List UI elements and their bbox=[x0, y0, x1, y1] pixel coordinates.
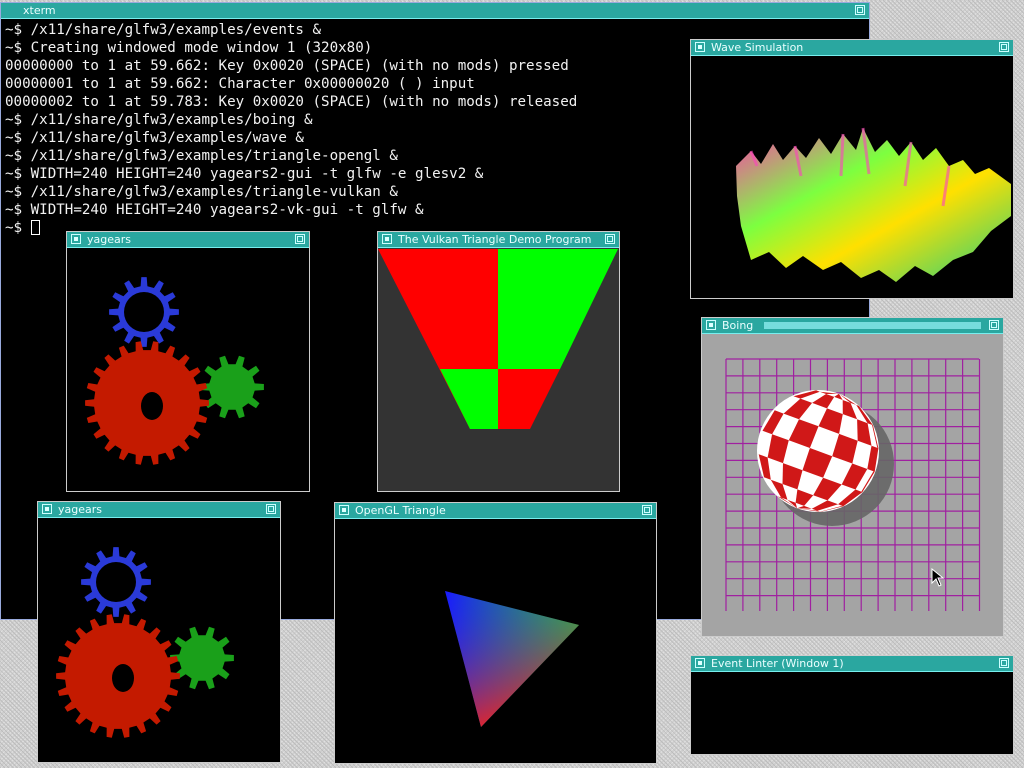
terminal-line: 00000001 to 1 at 59.662: Character 0x000… bbox=[5, 76, 475, 92]
yagears-title-1: yagears bbox=[87, 233, 131, 246]
maximize-icon[interactable] bbox=[266, 504, 276, 514]
terminal-line: ~$ /x11/share/glfw3/examples/events & bbox=[5, 22, 322, 38]
maximize-icon[interactable] bbox=[989, 320, 999, 330]
window-menu-icon[interactable] bbox=[71, 234, 81, 244]
linter-canvas bbox=[691, 672, 1013, 754]
prompt-text: ~$ bbox=[5, 220, 31, 236]
mouse-pointer-icon bbox=[931, 568, 945, 587]
yagears-canvas-2 bbox=[38, 518, 280, 762]
red-gear bbox=[56, 614, 180, 738]
vulkan-title: The Vulkan Triangle Demo Program bbox=[398, 233, 592, 246]
window-menu-icon[interactable] bbox=[42, 504, 52, 514]
terminal-line: ~$ /x11/share/glfw3/examples/triangle-vu… bbox=[5, 184, 398, 200]
terminal-line: 00000000 to 1 at 59.662: Key 0x0020 (SPA… bbox=[5, 58, 569, 74]
terminal-output: ~$ /x11/share/glfw3/examples/events & ~$ … bbox=[5, 21, 577, 237]
boing-titlebar[interactable]: Boing bbox=[702, 318, 1003, 334]
green-gear bbox=[170, 626, 234, 690]
wave-titlebar[interactable]: Wave Simulation bbox=[691, 40, 1013, 56]
boing-canvas bbox=[702, 334, 1003, 636]
maximize-icon[interactable] bbox=[642, 505, 652, 515]
opengl-titlebar[interactable]: OpenGL Triangle bbox=[335, 503, 656, 519]
boing-window[interactable]: Boing bbox=[701, 317, 1004, 637]
green-gear bbox=[200, 355, 264, 419]
terminal-line: ~$ WIDTH=240 HEIGHT=240 yagears2-vk-gui … bbox=[5, 202, 424, 218]
maximize-icon[interactable] bbox=[855, 5, 865, 15]
yagears-window-1[interactable]: yagears bbox=[66, 231, 310, 492]
vulkan-canvas bbox=[378, 248, 619, 491]
titlebar-focus-bar bbox=[764, 322, 981, 329]
blue-gear bbox=[109, 277, 179, 347]
text-cursor bbox=[30, 220, 40, 235]
terminal-line: 00000002 to 1 at 59.783: Key 0x0020 (SPA… bbox=[5, 94, 578, 110]
yagears-window-2[interactable]: yagears bbox=[37, 501, 281, 763]
event-linter-window[interactable]: Event Linter (Window 1) bbox=[690, 655, 1014, 755]
opengl-canvas bbox=[335, 519, 656, 763]
yagears-canvas-1 bbox=[67, 248, 309, 491]
terminal-line: ~$ WIDTH=240 HEIGHT=240 yagears2-gui -t … bbox=[5, 166, 484, 182]
wave-simulation-window[interactable]: Wave Simulation bbox=[690, 39, 1014, 299]
linter-title: Event Linter (Window 1) bbox=[711, 657, 844, 670]
terminal-line: ~$ /x11/share/glfw3/examples/wave & bbox=[5, 130, 304, 146]
gears-render bbox=[56, 547, 234, 738]
opengl-title: OpenGL Triangle bbox=[355, 504, 446, 517]
wave-title: Wave Simulation bbox=[711, 41, 804, 54]
window-menu-icon[interactable] bbox=[382, 234, 392, 244]
yagears-titlebar-2[interactable]: yagears bbox=[38, 502, 280, 518]
maximize-icon[interactable] bbox=[999, 658, 1009, 668]
blue-gear bbox=[81, 547, 151, 617]
xterm-title: xterm bbox=[23, 4, 56, 17]
terminal-line: ~$ /x11/share/glfw3/examples/boing & bbox=[5, 112, 313, 128]
maximize-icon[interactable] bbox=[999, 42, 1009, 52]
vulkan-triangle-window[interactable]: The Vulkan Triangle Demo Program bbox=[377, 231, 620, 492]
window-menu-icon[interactable] bbox=[695, 658, 705, 668]
terminal-line: ~$ Creating windowed mode window 1 (320x… bbox=[5, 40, 373, 56]
wave-render bbox=[736, 127, 1011, 282]
boing-title: Boing bbox=[722, 319, 754, 332]
xterm-titlebar[interactable]: xterm bbox=[1, 3, 869, 19]
terminal-line: ~$ /x11/share/glfw3/examples/triangle-op… bbox=[5, 148, 398, 164]
opengl-triangle-window[interactable]: OpenGL Triangle bbox=[334, 502, 657, 764]
red-gear bbox=[85, 341, 209, 465]
window-menu-icon[interactable] bbox=[706, 320, 716, 330]
vulkan-render bbox=[378, 249, 618, 429]
yagears-title-2: yagears bbox=[58, 503, 102, 516]
window-menu-icon[interactable] bbox=[339, 505, 349, 515]
wave-canvas bbox=[691, 56, 1013, 298]
window-menu-icon[interactable] bbox=[695, 42, 705, 52]
maximize-icon[interactable] bbox=[295, 234, 305, 244]
boing-render bbox=[725, 358, 981, 611]
gears-render bbox=[85, 277, 264, 465]
linter-titlebar[interactable]: Event Linter (Window 1) bbox=[691, 656, 1013, 672]
yagears-titlebar-1[interactable]: yagears bbox=[67, 232, 309, 248]
vulkan-titlebar[interactable]: The Vulkan Triangle Demo Program bbox=[378, 232, 619, 248]
opengl-render bbox=[445, 591, 579, 727]
maximize-icon[interactable] bbox=[605, 234, 615, 244]
